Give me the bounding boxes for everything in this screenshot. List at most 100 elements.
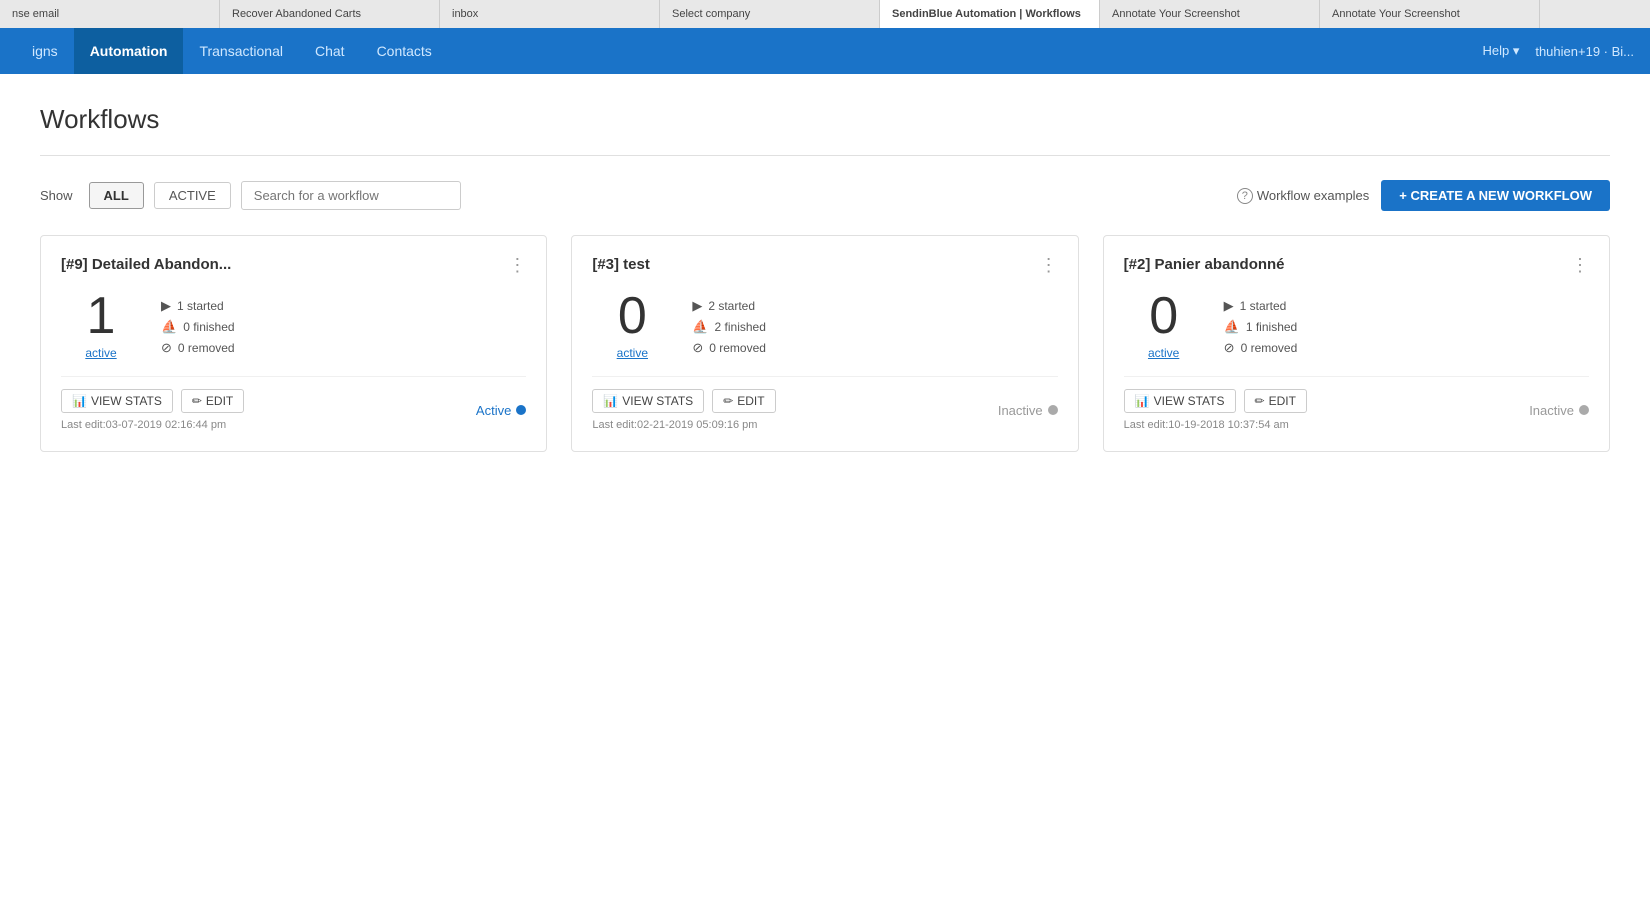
footer-left-1: 📊 VIEW STATS ✏ EDIT Last edit:03-07-2019… — [61, 389, 244, 431]
pencil-icon-3: ✏ — [1255, 394, 1265, 408]
footer-left-3: 📊 VIEW STATS ✏ EDIT Last edit:10-19-2018… — [1124, 389, 1307, 431]
page-content: Workflows Show ALL ACTIVE ? Workflow exa… — [0, 74, 1650, 482]
navbar-right: Help ▾ thuhien+19 · Bi... — [1482, 43, 1634, 59]
browser-tab-5[interactable]: SendinBlue Automation | Workflows — [880, 0, 1100, 28]
status-badge-3: Inactive — [1529, 403, 1589, 418]
workflow-card-1: [#9] Detailed Abandon... ⋮ 1 active ▶ 1 … — [40, 235, 547, 452]
filter-right: ? Workflow examples + CREATE A NEW WORKF… — [1237, 180, 1610, 211]
stat-removed-3: 0 removed — [1241, 341, 1298, 355]
stat-started-2: 2 started — [708, 299, 755, 313]
stat-row-1-2: ⊘ 0 removed — [161, 340, 235, 356]
stat-removed-2: 0 removed — [709, 341, 766, 355]
status-text-3: Inactive — [1529, 403, 1574, 418]
nav-item-automation[interactable]: Automation — [74, 28, 184, 74]
card-header-2: [#3] test ⋮ — [592, 256, 1057, 274]
view-stats-button-2[interactable]: 📊 VIEW STATS — [592, 389, 704, 413]
chart-icon-2: 📊 — [603, 394, 618, 408]
show-label: Show — [40, 188, 73, 203]
browser-tab-2[interactable]: Recover Abandoned Carts — [220, 0, 440, 28]
card-footer-2: 📊 VIEW STATS ✏ EDIT Last edit:02-21-2019… — [592, 376, 1057, 431]
pencil-icon-1: ✏ — [192, 394, 202, 408]
card-stats-1: ▶ 1 started ⛵ 0 finished ⊘ 0 removed — [161, 294, 235, 360]
count-number-2: 0 — [618, 290, 647, 342]
stat-row-3-2: ⊘ 0 removed — [1224, 340, 1298, 356]
navbar: igns Automation Transactional Chat Conta… — [0, 28, 1650, 74]
last-edit-2: Last edit:02-21-2019 05:09:16 pm — [592, 419, 775, 431]
removed-icon-1: ⊘ — [161, 340, 172, 356]
card-title-1: [#9] Detailed Abandon... — [61, 256, 231, 273]
count-label-1[interactable]: active — [85, 346, 116, 360]
count-label-2[interactable]: active — [617, 346, 648, 360]
create-workflow-button[interactable]: + CREATE A NEW WORKFLOW — [1381, 180, 1610, 211]
view-stats-button-3[interactable]: 📊 VIEW STATS — [1124, 389, 1236, 413]
stat-started-1: 1 started — [177, 299, 224, 313]
stat-row-3-0: ▶ 1 started — [1224, 298, 1298, 314]
card-menu-icon-3[interactable]: ⋮ — [1571, 256, 1589, 274]
removed-icon-2: ⊘ — [692, 340, 703, 356]
search-input[interactable] — [241, 181, 461, 210]
count-label-3[interactable]: active — [1148, 346, 1179, 360]
filter-bar: Show ALL ACTIVE ? Workflow examples + CR… — [40, 180, 1610, 211]
card-menu-icon-1[interactable]: ⋮ — [508, 256, 526, 274]
nav-item-campaigns[interactable]: igns — [16, 28, 74, 74]
started-icon-3: ▶ — [1224, 298, 1234, 314]
browser-tab-6[interactable]: Annotate Your Screenshot — [1100, 0, 1320, 28]
stat-finished-3: 1 finished — [1246, 320, 1297, 334]
card-footer-3: 📊 VIEW STATS ✏ EDIT Last edit:10-19-2018… — [1124, 376, 1589, 431]
divider — [40, 155, 1610, 156]
stat-row-1-1: ⛵ 0 finished — [161, 319, 235, 335]
browser-tab-4[interactable]: Select company — [660, 0, 880, 28]
stat-removed-1: 0 removed — [178, 341, 235, 355]
edit-button-1[interactable]: ✏ EDIT — [181, 389, 244, 413]
finished-icon-1: ⛵ — [161, 319, 177, 335]
edit-button-3[interactable]: ✏ EDIT — [1244, 389, 1307, 413]
nav-item-chat[interactable]: Chat — [299, 28, 361, 74]
browser-tab-1[interactable]: nse email — [0, 0, 220, 28]
card-header-1: [#9] Detailed Abandon... ⋮ — [61, 256, 526, 274]
stat-row-2-2: ⊘ 0 removed — [692, 340, 766, 356]
stat-row-2-0: ▶ 2 started — [692, 298, 766, 314]
status-badge-2: Inactive — [998, 403, 1058, 418]
browser-tab-7[interactable]: Annotate Your Screenshot — [1320, 0, 1540, 28]
browser-tab-3[interactable]: inbox — [440, 0, 660, 28]
filter-all-button[interactable]: ALL — [89, 182, 144, 209]
help-link[interactable]: Help ▾ — [1482, 43, 1519, 59]
edit-button-2[interactable]: ✏ EDIT — [712, 389, 775, 413]
card-stats-2: ▶ 2 started ⛵ 2 finished ⊘ 0 removed — [692, 294, 766, 360]
card-body-2: 0 active ▶ 2 started ⛵ 2 finished ⊘ 0 re… — [592, 290, 1057, 360]
stat-finished-1: 0 finished — [183, 320, 234, 334]
card-menu-icon-2[interactable]: ⋮ — [1040, 256, 1058, 274]
card-count-1: 1 active — [61, 290, 141, 360]
footer-actions-3: 📊 VIEW STATS ✏ EDIT — [1124, 389, 1307, 413]
last-edit-3: Last edit:10-19-2018 10:37:54 am — [1124, 419, 1307, 431]
filter-active-button[interactable]: ACTIVE — [154, 182, 231, 209]
footer-actions-2: 📊 VIEW STATS ✏ EDIT — [592, 389, 775, 413]
count-number-3: 0 — [1149, 290, 1178, 342]
stat-row-2-1: ⛵ 2 finished — [692, 319, 766, 335]
chart-icon-3: 📊 — [1135, 394, 1150, 408]
user-menu[interactable]: thuhien+19 · Bi... — [1535, 44, 1634, 59]
card-header-3: [#2] Panier abandonné ⋮ — [1124, 256, 1589, 274]
status-badge-1: Active — [476, 403, 526, 418]
page-title: Workflows — [40, 104, 1610, 135]
workflow-examples-link[interactable]: ? Workflow examples — [1237, 188, 1369, 204]
status-dot-2 — [1048, 405, 1058, 415]
nav-item-contacts[interactable]: Contacts — [361, 28, 448, 74]
browser-tabs: nse email Recover Abandoned Carts inbox … — [0, 0, 1650, 28]
started-icon-2: ▶ — [692, 298, 702, 314]
nav-item-transactional[interactable]: Transactional — [183, 28, 299, 74]
finished-icon-2: ⛵ — [692, 319, 708, 335]
view-stats-button-1[interactable]: 📊 VIEW STATS — [61, 389, 173, 413]
card-body-3: 0 active ▶ 1 started ⛵ 1 finished ⊘ 0 re… — [1124, 290, 1589, 360]
card-body-1: 1 active ▶ 1 started ⛵ 0 finished ⊘ 0 re… — [61, 290, 526, 360]
card-stats-3: ▶ 1 started ⛵ 1 finished ⊘ 0 removed — [1224, 294, 1298, 360]
count-number-1: 1 — [87, 290, 116, 342]
card-title-2: [#3] test — [592, 256, 650, 273]
started-icon-1: ▶ — [161, 298, 171, 314]
status-dot-1 — [516, 405, 526, 415]
footer-actions-1: 📊 VIEW STATS ✏ EDIT — [61, 389, 244, 413]
workflow-card-2: [#3] test ⋮ 0 active ▶ 2 started ⛵ 2 fin… — [571, 235, 1078, 452]
finished-icon-3: ⛵ — [1224, 319, 1240, 335]
removed-icon-3: ⊘ — [1224, 340, 1235, 356]
question-icon: ? — [1237, 188, 1253, 204]
